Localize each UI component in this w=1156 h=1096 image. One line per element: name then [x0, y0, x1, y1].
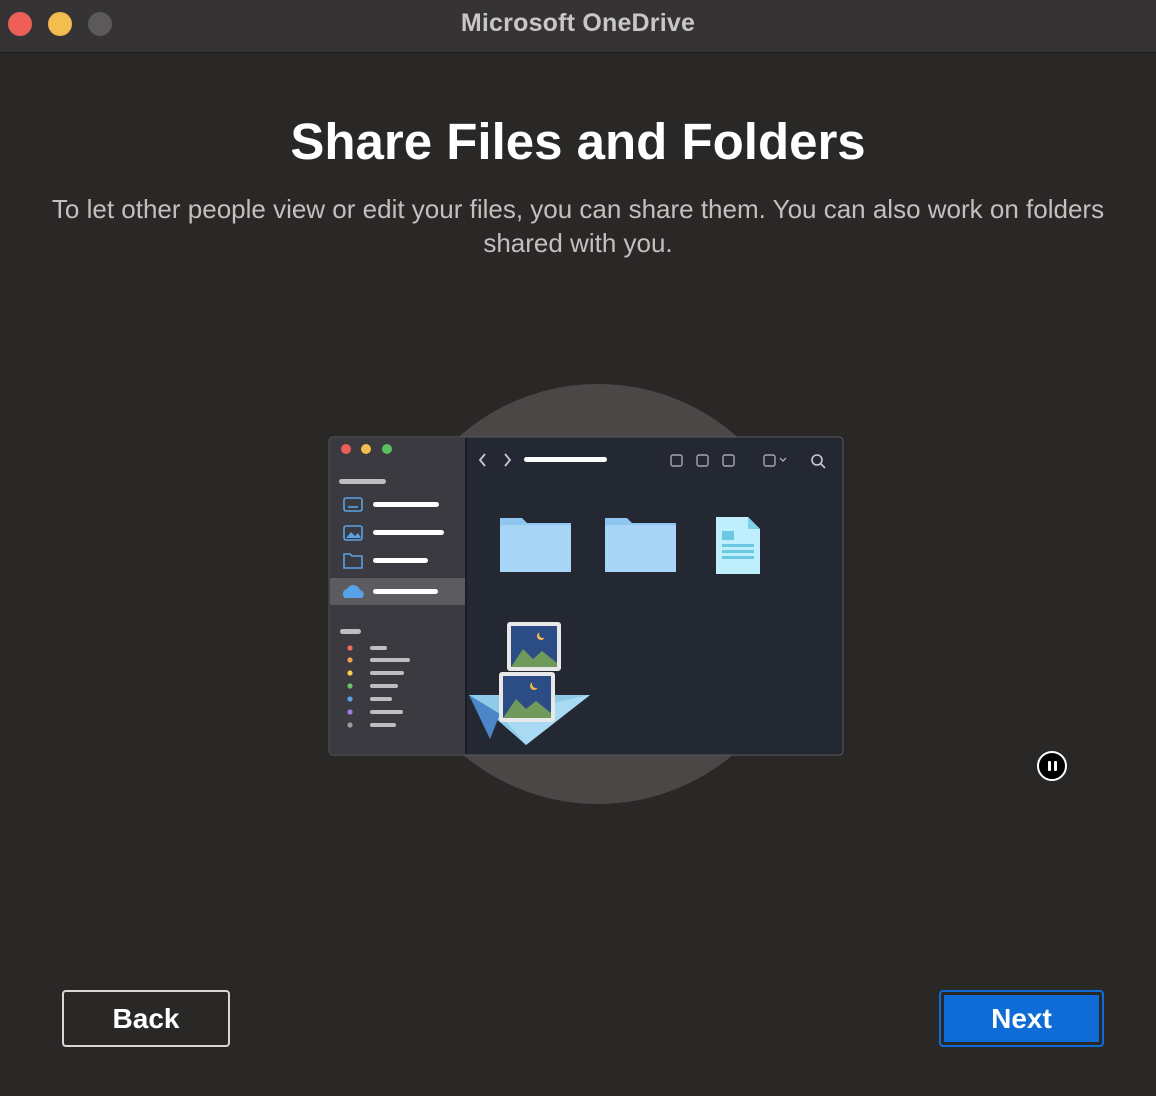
page-title: Share Files and Folders	[290, 113, 866, 170]
folder-icon	[605, 518, 676, 572]
pause-icon	[1048, 761, 1051, 771]
photo-icon	[507, 622, 561, 671]
next-button[interactable]: Next	[939, 990, 1104, 1047]
page-subtitle: To let other people view or edit your fi…	[51, 194, 1105, 258]
document-icon	[716, 517, 760, 574]
photo-icon	[499, 672, 555, 722]
title-bar: Microsoft OneDrive	[0, 0, 1156, 53]
share-files-illustration	[328, 383, 848, 813]
back-button[interactable]: Back	[62, 990, 230, 1047]
window-title: Microsoft OneDrive	[460, 9, 696, 37]
folder-icon	[500, 518, 571, 572]
pause-animation-button[interactable]	[1037, 751, 1067, 781]
